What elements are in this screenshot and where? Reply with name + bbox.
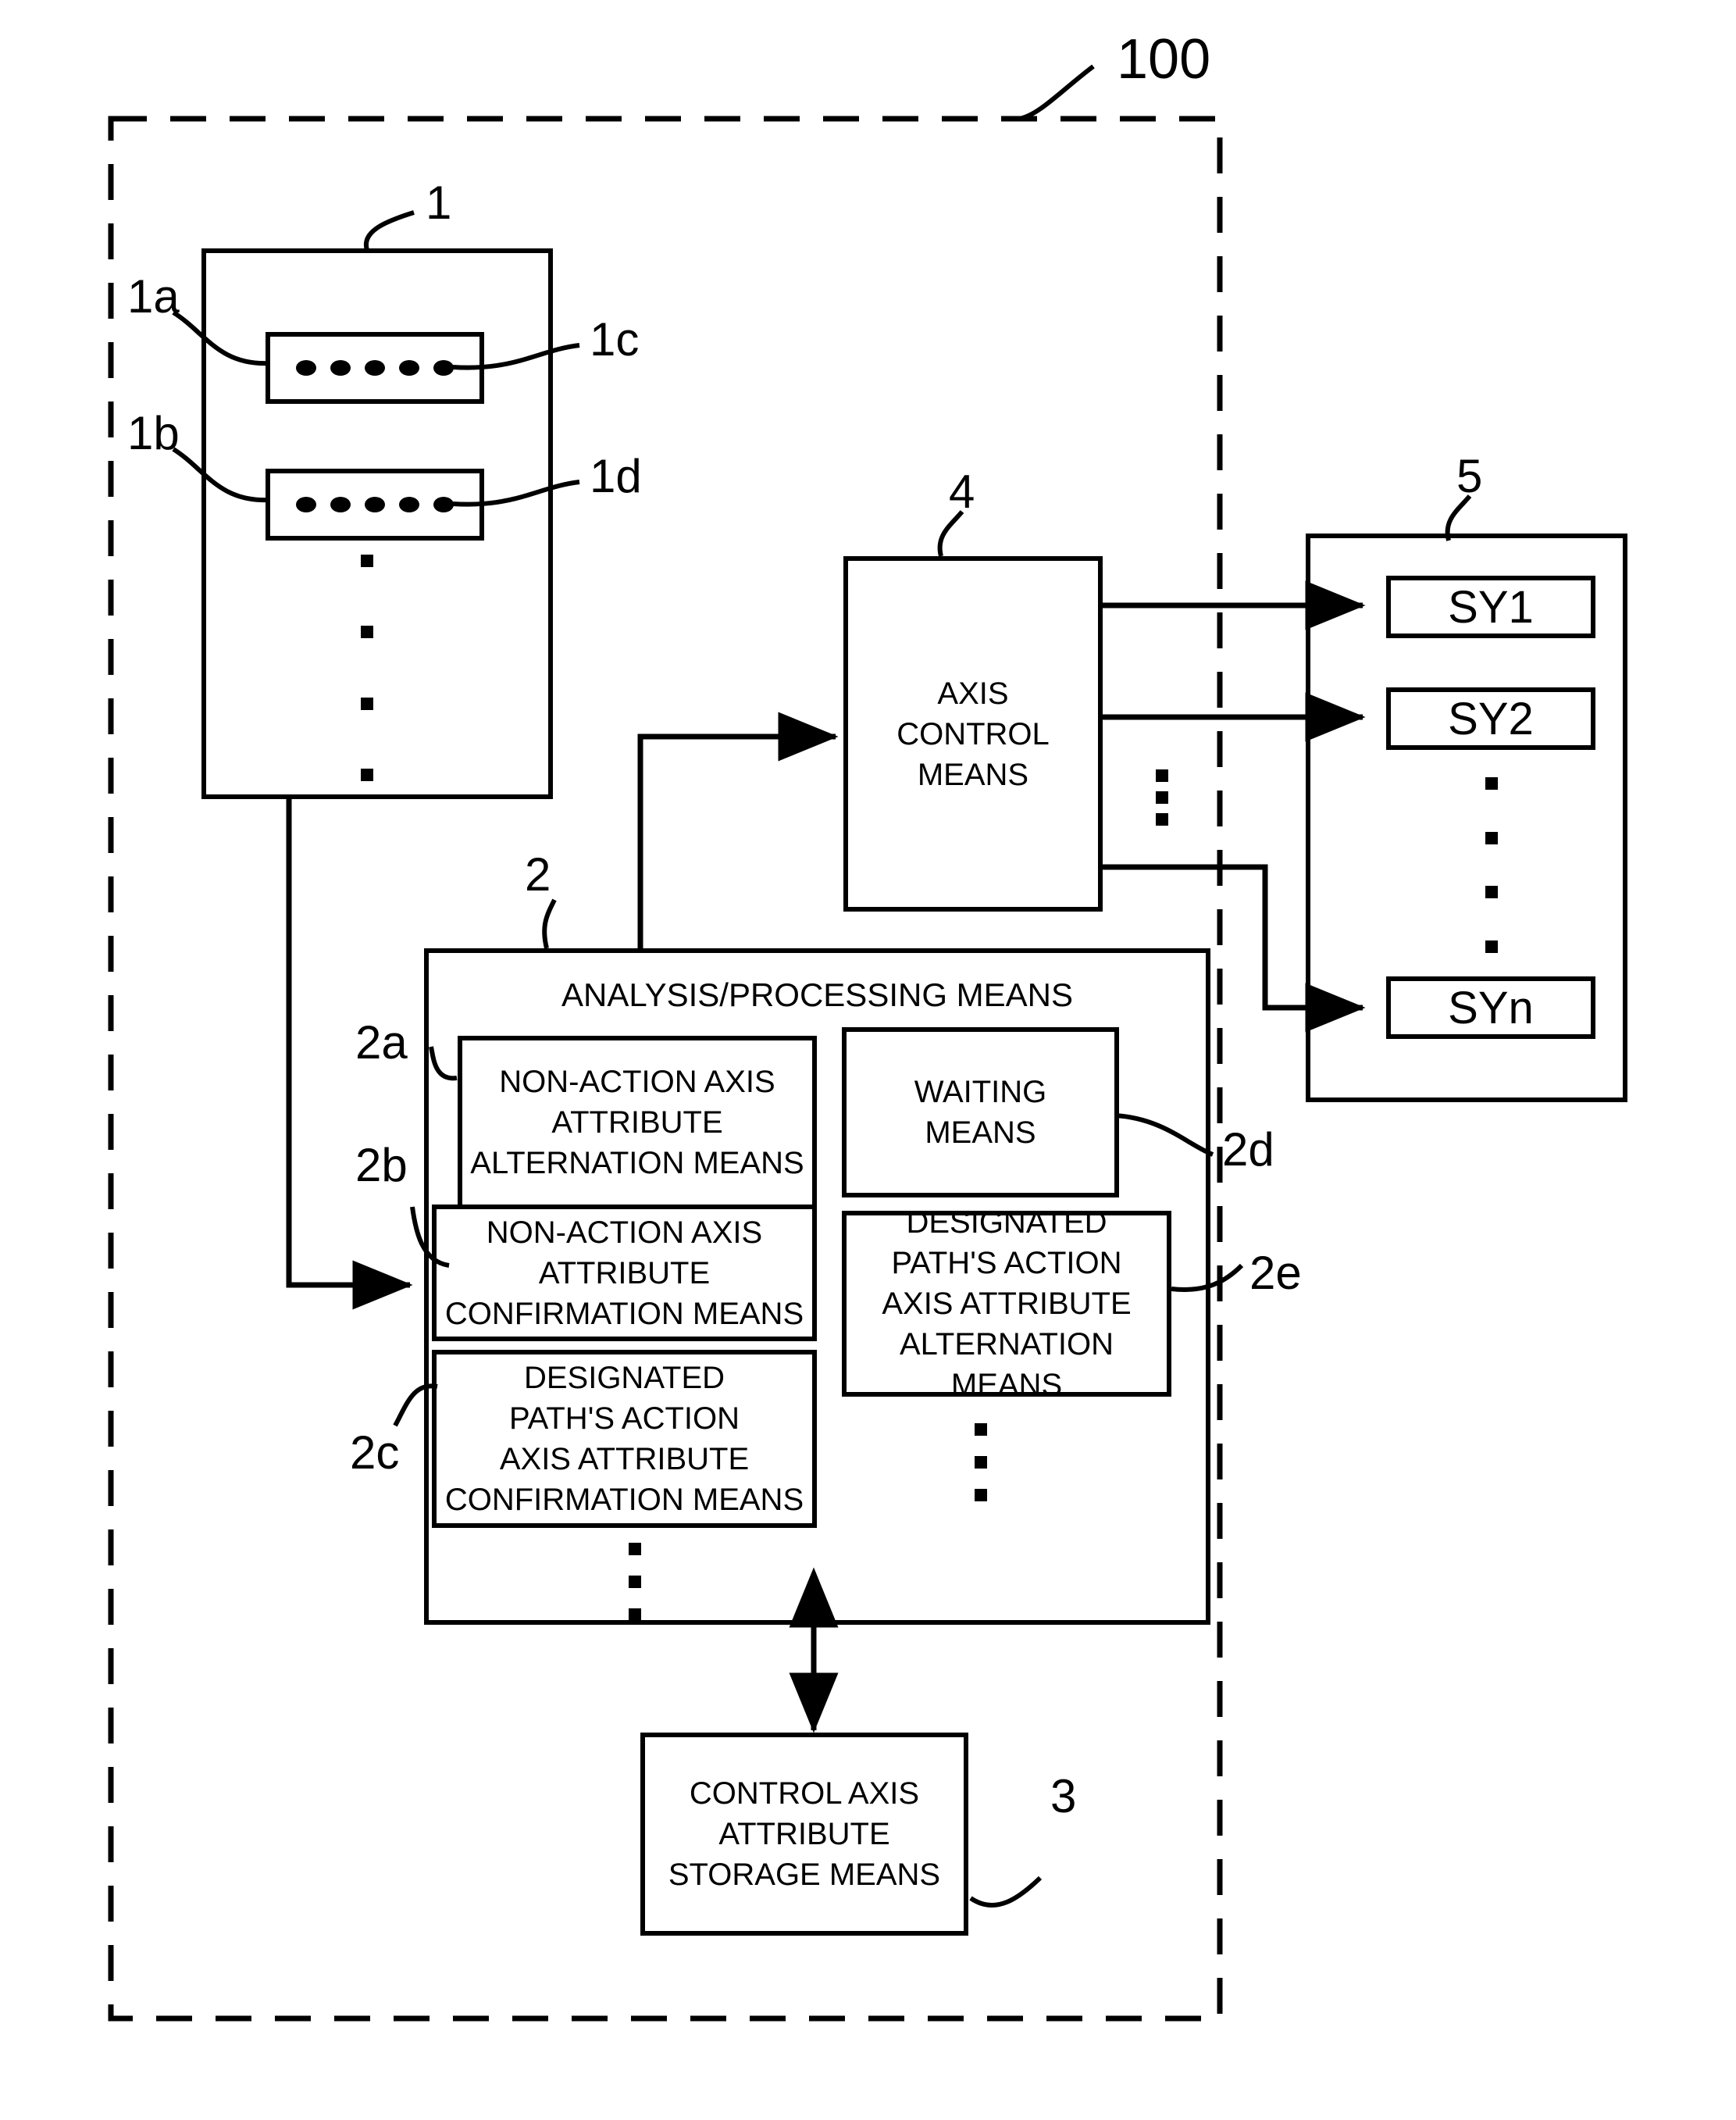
axis-control-means-block[interactable]: AXIS CONTROL MEANS bbox=[843, 556, 1103, 912]
dot bbox=[365, 360, 385, 376]
dot bbox=[1156, 813, 1168, 826]
non-action-axis-attribute-alternation-means-label: NON-ACTION AXIS ATTRIBUTE ALTERNATION ME… bbox=[470, 1065, 804, 1180]
servo-sy1[interactable]: SY1 bbox=[1386, 576, 1595, 638]
dot bbox=[296, 360, 316, 376]
dot bbox=[1485, 831, 1498, 844]
program-line-1d[interactable] bbox=[266, 469, 484, 541]
dot bbox=[629, 1543, 641, 1555]
waiting-means[interactable]: WAITING MEANS bbox=[842, 1027, 1119, 1197]
dot bbox=[1156, 769, 1168, 782]
leader-1 bbox=[363, 210, 415, 251]
ref-3: 3 bbox=[1050, 1770, 1077, 1822]
dot bbox=[1156, 791, 1168, 804]
dot bbox=[399, 360, 419, 376]
patent-figure-canvas: 100 1 1a 1b 1c 1d 4 5 2 2a 2b 2c 2d 2e 3 bbox=[0, 0, 1736, 2120]
servo-sy2[interactable]: SY2 bbox=[1386, 687, 1595, 750]
ref-100: 100 bbox=[1117, 28, 1211, 91]
analysis-left-column-ellipsis bbox=[629, 1543, 641, 1621]
ref-2a: 2a bbox=[355, 1016, 408, 1069]
designated-paths-action-axis-attribute-alternation-means[interactable]: DESIGNATED PATH'S ACTION AXIS ATTRIBUTE … bbox=[842, 1205, 1171, 1402]
dot bbox=[975, 1423, 987, 1436]
ref-2e: 2e bbox=[1249, 1247, 1302, 1299]
non-action-axis-attribute-alternation-means[interactable]: NON-ACTION AXIS ATTRIBUTE ALTERNATION ME… bbox=[458, 1036, 817, 1209]
dot bbox=[975, 1489, 987, 1501]
dot bbox=[361, 555, 373, 567]
ref-1: 1 bbox=[426, 177, 452, 229]
servo-sy2-label: SY2 bbox=[1448, 693, 1534, 744]
ref-2c: 2c bbox=[350, 1426, 400, 1479]
leader-100 bbox=[1018, 64, 1095, 121]
servo-sy1-label: SY1 bbox=[1448, 581, 1534, 633]
non-action-axis-attribute-confirmation-means-label: NON-ACTION AXIS ATTRIBUTE CONFIRMATION M… bbox=[444, 1215, 804, 1331]
analysis-right-column-ellipsis bbox=[975, 1423, 987, 1501]
dot bbox=[433, 360, 454, 376]
designated-paths-action-axis-attribute-confirmation-means[interactable]: DESIGNATED PATH'S ACTION AXIS ATTRIBUTE … bbox=[432, 1350, 817, 1528]
non-action-axis-attribute-confirmation-means[interactable]: NON-ACTION AXIS ATTRIBUTE CONFIRMATION M… bbox=[432, 1205, 817, 1341]
control-axis-attribute-storage-means-label: CONTROL AXIS ATTRIBUTE STORAGE MEANS bbox=[668, 1776, 941, 1892]
path-analysis-to-axiscontrol bbox=[637, 712, 839, 948]
dot bbox=[629, 1608, 641, 1621]
axis-control-output-ellipsis bbox=[1156, 769, 1168, 826]
program-storage-ellipsis bbox=[361, 555, 373, 781]
program-line-1c[interactable] bbox=[266, 332, 484, 404]
designated-paths-action-axis-attribute-alternation-means-label: DESIGNATED PATH'S ACTION AXIS ATTRIBUTE … bbox=[882, 1205, 1132, 1402]
dot bbox=[365, 497, 385, 512]
waiting-means-label: WAITING MEANS bbox=[914, 1075, 1047, 1150]
dashed-line-dots-1c bbox=[296, 360, 454, 376]
leader-2 bbox=[542, 898, 557, 949]
ref-4: 4 bbox=[949, 466, 975, 518]
ref-1d: 1d bbox=[590, 450, 642, 502]
ref-2d: 2d bbox=[1222, 1123, 1274, 1176]
dot bbox=[296, 497, 316, 512]
designated-paths-action-axis-attribute-confirmation-means-label: DESIGNATED PATH'S ACTION AXIS ATTRIBUTE … bbox=[444, 1361, 804, 1517]
ref-1a: 1a bbox=[127, 270, 180, 323]
dot bbox=[1485, 940, 1498, 953]
ref-2b: 2b bbox=[355, 1139, 408, 1191]
servo-syn-label: SYn bbox=[1448, 982, 1534, 1033]
dot bbox=[361, 697, 373, 710]
dot bbox=[433, 497, 454, 512]
servo-syn[interactable]: SYn bbox=[1386, 976, 1595, 1039]
ref-5: 5 bbox=[1456, 450, 1483, 502]
ref-1b: 1b bbox=[127, 407, 180, 459]
ref-2: 2 bbox=[525, 848, 551, 901]
dot bbox=[975, 1456, 987, 1469]
dot bbox=[361, 768, 373, 781]
dashed-line-dots-1d bbox=[296, 497, 454, 512]
dot bbox=[629, 1576, 641, 1588]
ref-1c: 1c bbox=[590, 313, 640, 366]
axis-control-means-label: AXIS CONTROL MEANS bbox=[897, 676, 1050, 792]
dot bbox=[330, 360, 351, 376]
servo-group-ellipsis bbox=[1485, 777, 1498, 953]
dot bbox=[1485, 886, 1498, 899]
leader-4 bbox=[937, 510, 964, 557]
analysis-processing-title: ANALYSIS/PROCESSING MEANS bbox=[561, 976, 1074, 1013]
dot bbox=[1485, 777, 1498, 790]
dot bbox=[361, 626, 373, 639]
control-axis-attribute-storage-means-block[interactable]: CONTROL AXIS ATTRIBUTE STORAGE MEANS bbox=[640, 1733, 968, 1936]
leader-3 bbox=[969, 1876, 1043, 1908]
dot bbox=[330, 497, 351, 512]
dot bbox=[399, 497, 419, 512]
